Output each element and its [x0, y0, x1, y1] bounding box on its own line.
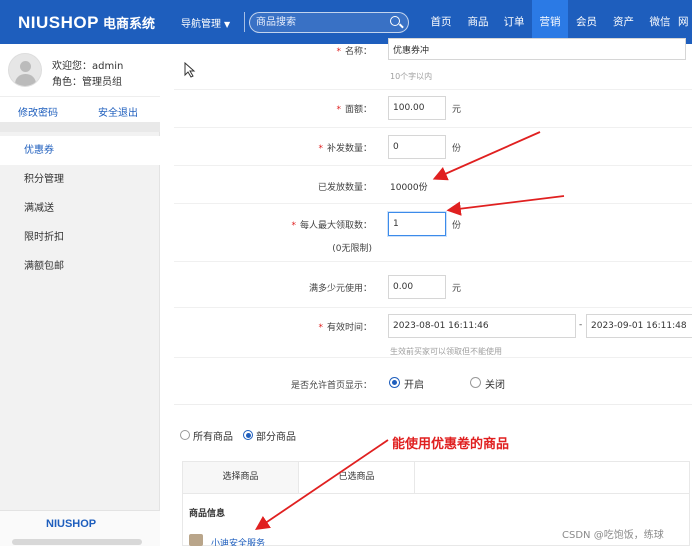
mouse-cursor-icon — [184, 62, 196, 78]
arrow-to-max-get — [446, 195, 565, 216]
arrow-to-goods — [255, 439, 389, 531]
annotation-arrows — [255, 131, 565, 531]
csdn-watermark: CSDN @吃饱饭，练球 — [562, 530, 664, 541]
arrow-to-issued — [432, 131, 541, 181]
